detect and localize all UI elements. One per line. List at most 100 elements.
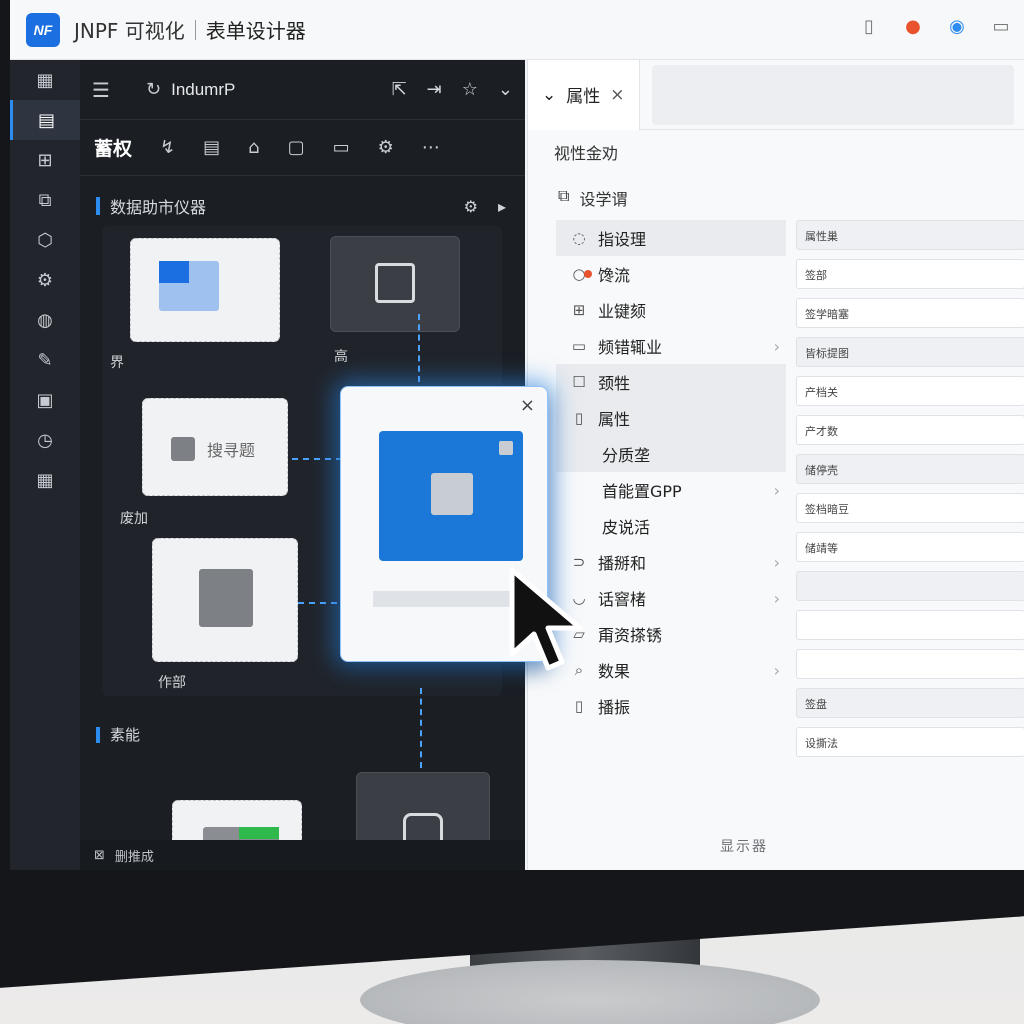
tree-item[interactable]: ◌ 指设理: [556, 220, 786, 256]
card-caption: 高: [334, 349, 348, 365]
share-icon[interactable]: ⇥: [427, 79, 442, 100]
placeholder-block: [199, 569, 253, 627]
more-icon[interactable]: ⋯: [422, 137, 440, 158]
browser-icon[interactable]: ◉: [944, 16, 970, 42]
gear-icon[interactable]: ⚙: [378, 137, 394, 158]
add-icon[interactable]: ⊞: [10, 140, 80, 180]
tree-item[interactable]: ▯ 播振: [556, 688, 786, 724]
connector-line: [292, 458, 342, 460]
menu-icon[interactable]: ☰: [92, 78, 126, 102]
close-icon[interactable]: ×: [610, 85, 624, 105]
tree-item[interactable]: ○ 馋流: [556, 256, 786, 292]
property-field[interactable]: 皆标提图: [796, 337, 1024, 367]
tree-item[interactable]: ▭ 频错辄业 ›: [556, 328, 786, 364]
tab-main[interactable]: 蓄权: [94, 134, 132, 161]
section-accent: [96, 197, 100, 215]
component-card[interactable]: [330, 236, 460, 332]
tree-item-label: 首能置GPP: [602, 482, 682, 501]
property-field[interactable]: 签部: [796, 259, 1024, 289]
chat-icon[interactable]: ◍: [10, 300, 80, 340]
property-field[interactable]: 签档暗豆: [796, 493, 1024, 523]
lower-section-label: 素能: [110, 726, 141, 744]
tree-item[interactable]: 皮说活: [556, 508, 786, 544]
tree-item[interactable]: ▯ 属性: [556, 400, 786, 436]
property-field[interactable]: 设撕法: [796, 727, 1024, 757]
project-name: IndumrP: [171, 79, 236, 99]
mouse-cursor-icon: [509, 567, 583, 671]
monitor-brand: 显示器: [720, 839, 768, 855]
tree-item-label: 分质垄: [602, 446, 651, 465]
settings-icon[interactable]: ⚙: [464, 197, 478, 216]
property-field[interactable]: [796, 610, 1024, 640]
settings-icon[interactable]: ⚙: [10, 260, 80, 300]
tree-item[interactable]: ☐ 颈牲: [556, 364, 786, 400]
export-icon[interactable]: ⇱: [392, 79, 407, 100]
notification-dot: [584, 270, 592, 278]
briefcase-icon[interactable]: ▣: [10, 380, 80, 420]
tree-item[interactable]: 分质垄: [556, 436, 786, 472]
layers-icon[interactable]: ⧉: [10, 180, 80, 220]
property-field[interactable]: 签盘: [796, 688, 1024, 718]
property-field[interactable]: 储停壳: [796, 454, 1024, 484]
property-field[interactable]: 储靖等: [796, 532, 1024, 562]
chevron-right-icon[interactable]: ›: [774, 589, 786, 608]
note-icon[interactable]: ▭: [333, 137, 350, 158]
layout-icon[interactable]: ⊠: [94, 848, 105, 863]
app-logo: NF: [26, 12, 60, 47]
chevron-down-icon[interactable]: ⌄: [542, 85, 556, 105]
pen-icon[interactable]: ✎: [10, 340, 80, 380]
properties-subtitle: 视性金劝: [554, 144, 619, 163]
component-card[interactable]: [130, 238, 280, 342]
property-field[interactable]: [796, 571, 1024, 601]
leaf-icon: ◌: [572, 229, 586, 247]
folder-icon: ▭: [571, 337, 587, 355]
checkbox-icon: ☐: [572, 373, 586, 391]
property-field[interactable]: 产档关: [796, 376, 1024, 406]
grid-icon[interactable]: ▦: [10, 60, 80, 100]
cube-icon[interactable]: ⬡: [10, 220, 80, 260]
refresh-icon[interactable]: ↻: [146, 79, 161, 100]
chevron-right-icon[interactable]: ›: [774, 337, 786, 356]
tree-item[interactable]: 首能置GPP ›: [556, 472, 786, 508]
component-card[interactable]: [152, 538, 298, 662]
folder-icon[interactable]: ▤: [10, 100, 80, 140]
toolbar-actions: ⇱ ⇥ ☆ ⌄: [392, 79, 513, 100]
doc-icon: ▯: [574, 409, 584, 427]
doc-icon[interactable]: ▤: [203, 137, 220, 158]
chevron-right-icon[interactable]: ›: [774, 661, 786, 680]
property-field[interactable]: 属性巢: [796, 220, 1024, 250]
tree-item-label: 属性: [598, 410, 631, 429]
chevron-down-icon[interactable]: ⌄: [498, 79, 513, 100]
tab-properties[interactable]: ⌄ 属性 ×: [528, 59, 640, 130]
clock-icon[interactable]: ◷: [10, 420, 80, 460]
tree-item-label: 馋流: [598, 266, 631, 285]
flow-icon[interactable]: ↯: [160, 137, 175, 158]
tree-item-label: 指设理: [598, 230, 647, 249]
card-caption: 界: [110, 355, 124, 371]
section-accent: [96, 726, 100, 743]
doc-icon: ▯: [574, 697, 584, 715]
tree-item[interactable]: ⊞ 业键颏: [556, 292, 786, 328]
grid-icon: ⊞: [572, 301, 586, 319]
designer-footer: ⊠ 删推成: [80, 840, 525, 870]
user-icon[interactable]: ⌂: [248, 137, 259, 158]
page-icon[interactable]: ▯: [856, 16, 882, 42]
clipboard-icon[interactable]: ▢: [288, 137, 305, 158]
component-card[interactable]: 搜寻题: [142, 398, 288, 496]
chevron-right-icon[interactable]: ›: [774, 481, 786, 500]
property-field[interactable]: 产才数: [796, 415, 1024, 445]
property-field[interactable]: 签学暗塞: [796, 298, 1024, 328]
designer-toolbar: ☰ ↻ IndumrP ⇱ ⇥ ☆ ⌄: [80, 60, 525, 120]
property-field[interactable]: [796, 649, 1024, 679]
table-icon[interactable]: ▦: [10, 460, 80, 500]
chevron-right-icon[interactable]: ›: [774, 553, 786, 572]
tree-item-label: 话窨楮: [598, 590, 647, 609]
properties-search[interactable]: [651, 64, 1014, 125]
play-icon[interactable]: ▸: [498, 197, 506, 216]
page-title: 表单设计器: [205, 19, 306, 43]
notification-icon[interactable]: ●: [900, 16, 926, 42]
star-icon[interactable]: ☆: [462, 79, 478, 100]
close-icon[interactable]: ×: [520, 395, 535, 416]
tree-item-label: 甭资搽锈: [598, 626, 663, 645]
window-icon[interactable]: ▭: [988, 16, 1014, 42]
